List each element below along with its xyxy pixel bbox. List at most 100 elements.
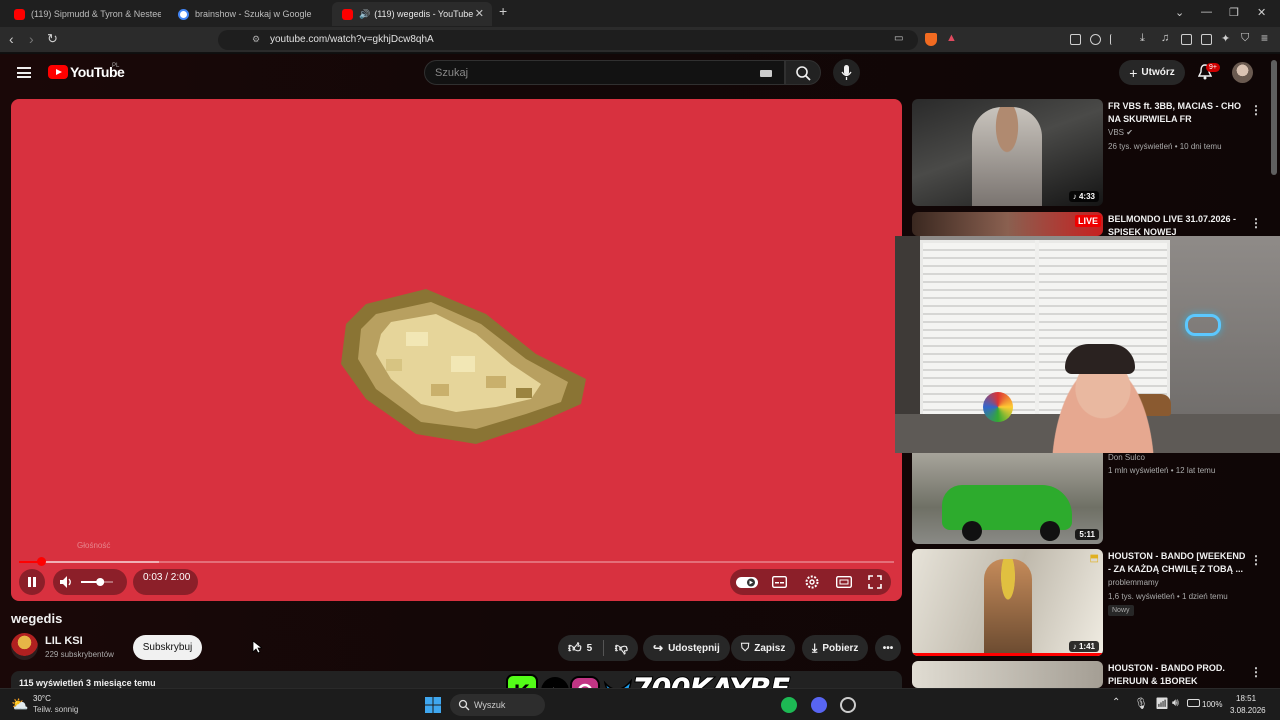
more-vert-icon[interactable]: ⋮ — [1250, 216, 1262, 230]
autoplay-toggle-icon[interactable] — [736, 576, 758, 589]
clock-date[interactable]: 3.08.2026 — [1230, 706, 1266, 715]
music-icon[interactable]: ♫ — [1161, 32, 1169, 44]
tab-wegedis[interactable]: 🔊 (119) wegedis - YouTube ✕ — [332, 2, 492, 26]
channel-name[interactable]: problemmamy — [1108, 578, 1159, 587]
fullscreen-icon[interactable] — [868, 575, 882, 589]
battery-percent[interactable]: 100% — [1202, 700, 1222, 709]
scrubber-handle[interactable] — [36, 557, 46, 566]
more-vert-icon[interactable]: ⋮ — [1250, 665, 1262, 679]
windows-start-icon[interactable] — [425, 697, 441, 713]
thumbs-down-icon[interactable]: 👎︎ — [615, 640, 628, 656]
recommendation-item[interactable]: ♪ 4:33 FR VBS ft. 3BB, MACIAS - CHO NA S… — [912, 99, 1272, 209]
close-window-icon[interactable]: ✕ — [1257, 6, 1266, 19]
video-title[interactable]: HOUSTON - BANDO [WEEKEND - ZA KAŻDĄ CHWI… — [1108, 550, 1246, 576]
tab-label: brainshow - Szukaj w Google — [195, 9, 312, 19]
thumbs-up-icon[interactable]: 👍︎ — [568, 640, 582, 656]
brave-rewards-icon[interactable]: ▲ — [946, 32, 957, 44]
search-input[interactable]: Szukaj — [435, 67, 468, 79]
wallet-icon[interactable] — [1201, 34, 1212, 45]
channel-avatar[interactable] — [11, 633, 38, 660]
video-title[interactable]: HOUSTON - BANDO PROD. PIERUUN & 1BOREK — [1108, 662, 1246, 688]
back-icon[interactable]: ‹ — [9, 31, 14, 47]
tab-search-icon[interactable]: ⌄ — [1175, 6, 1184, 19]
more-vert-icon[interactable]: ⋮ — [1250, 103, 1262, 117]
minimize-icon[interactable]: — — [1201, 6, 1212, 18]
video-player[interactable]: Głośność 0:03 / 2:00 — [11, 99, 902, 601]
search-box[interactable]: Szukaj — [424, 60, 785, 85]
video-thumbnail[interactable] — [912, 661, 1103, 688]
brave-shields-icon[interactable] — [925, 33, 937, 46]
channel-text[interactable]: VBS — [1108, 128, 1124, 137]
taskbar-search[interactable]: Wyszuk — [450, 694, 545, 716]
video-thumbnail[interactable]: 5:11 — [912, 453, 1103, 544]
voice-search-button[interactable] — [833, 59, 860, 86]
scrollbar-thumb[interactable] — [1271, 60, 1277, 175]
forward-icon[interactable]: › — [29, 31, 34, 47]
clock-time[interactable]: 18:51 — [1236, 694, 1256, 703]
search-icon — [458, 699, 470, 711]
extensions-icon[interactable] — [1070, 34, 1081, 45]
video-thumbnail[interactable]: ♪ 4:33 — [912, 99, 1103, 206]
keyboard-icon[interactable] — [760, 70, 772, 77]
sidebar-icon[interactable] — [1181, 34, 1192, 45]
site-info-icon[interactable]: ⚙ — [252, 34, 260, 45]
battery-icon[interactable] — [1187, 699, 1200, 707]
spotify-icon[interactable] — [781, 697, 797, 713]
speaker-icon[interactable]: 🔊︎ — [1172, 697, 1179, 710]
channel-name[interactable]: LIL KSI — [45, 635, 83, 647]
more-actions-button[interactable]: ••• — [875, 635, 901, 661]
maximize-icon[interactable]: ❐ — [1229, 6, 1239, 19]
volume-control[interactable] — [53, 569, 127, 595]
progress-bar[interactable] — [19, 557, 894, 566]
video-title[interactable]: FR VBS ft. 3BB, MACIAS - CHO NA SKURWIEL… — [1108, 100, 1246, 126]
time-display: 0:03 / 2:00 — [143, 572, 191, 583]
reload-icon[interactable]: ↻ — [47, 31, 58, 47]
microphone-icon[interactable]: 🎙︎ — [1134, 697, 1148, 710]
subtitles-icon[interactable] — [772, 576, 787, 588]
youtube-logo-icon[interactable] — [48, 65, 68, 79]
link-icon[interactable] — [1090, 34, 1101, 45]
video-thumbnail[interactable]: LIVE — [912, 212, 1103, 236]
subscribe-button[interactable]: Subskrybuj — [133, 635, 202, 660]
download-icon: ⤓ — [812, 640, 818, 655]
thumbnail-wheel — [962, 521, 982, 541]
weather-temperature[interactable]: 30°C — [33, 694, 51, 703]
settings-gear-icon[interactable] — [804, 574, 820, 590]
discord-icon[interactable] — [811, 697, 827, 713]
channel-name[interactable]: VBS ✔ — [1108, 128, 1133, 137]
cast-icon[interactable]: ▭ — [894, 33, 903, 44]
address-bar[interactable]: ⚙ youtube.com/watch?v=gkhjDcw8qhA ▭ — [218, 30, 918, 50]
account-avatar[interactable] — [1232, 62, 1253, 83]
more-vert-icon[interactable]: ⋮ — [1250, 553, 1262, 567]
share-button[interactable]: ↪ Udostępnij — [643, 635, 730, 661]
like-count[interactable]: 5 — [587, 643, 593, 654]
weather-icon[interactable]: ⛅ — [11, 696, 28, 713]
steam-icon[interactable] — [840, 697, 856, 713]
tab-google[interactable]: brainshow - Szukaj w Google — [168, 2, 328, 26]
recommendation-item[interactable]: HOUSTON - BANDO PROD. PIERUUN & 1BOREK ⋮ — [912, 661, 1272, 688]
recommendation-item[interactable]: 5:11 Don Sulco 1 mln wyświetleń • 12 lat… — [912, 453, 1272, 563]
url-text[interactable]: youtube.com/watch?v=gkhjDcw8qhA — [270, 34, 434, 45]
theater-mode-icon[interactable] — [836, 576, 852, 588]
new-tab-icon[interactable]: + — [499, 3, 507, 19]
create-button[interactable]: + Utwórz — [1119, 60, 1185, 85]
recommendation-item[interactable]: ⬒ ♪ 1:41 HOUSTON - BANDO [WEEKEND - ZA K… — [912, 549, 1272, 659]
search-button[interactable] — [785, 60, 821, 85]
download-icon[interactable]: ⤓ — [1140, 32, 1145, 45]
video-thumbnail[interactable]: ⬒ ♪ 1:41 — [912, 549, 1103, 656]
weather-condition[interactable]: Teilw. sonnig — [33, 705, 78, 714]
video-meta: 1,6 tys. wyświetleń • 1 dzień temu — [1108, 592, 1228, 601]
close-tab-icon[interactable]: ✕ — [475, 7, 484, 20]
divider-icon — [1110, 34, 1121, 45]
wifi-icon[interactable]: 📶︎ — [1155, 697, 1169, 710]
menu-icon[interactable]: ≡ — [1261, 31, 1268, 45]
pause-button[interactable] — [19, 569, 45, 595]
channel-name[interactable]: Don Sulco — [1108, 453, 1145, 462]
tray-chevron-icon[interactable]: ⌃ — [1112, 697, 1120, 708]
save-button[interactable]: ⛉ Zapisz — [731, 635, 796, 661]
leo-ai-icon[interactable]: ✦ — [1221, 32, 1230, 45]
tab-sipmudd[interactable]: (119) Sipmudd & Tyron & Nestee - C — [4, 2, 168, 26]
download-button[interactable]: ⤓ Pobierz — [802, 635, 869, 661]
guide-menu-icon[interactable] — [17, 67, 31, 78]
vpn-icon[interactable]: ⛉ — [1241, 32, 1249, 45]
